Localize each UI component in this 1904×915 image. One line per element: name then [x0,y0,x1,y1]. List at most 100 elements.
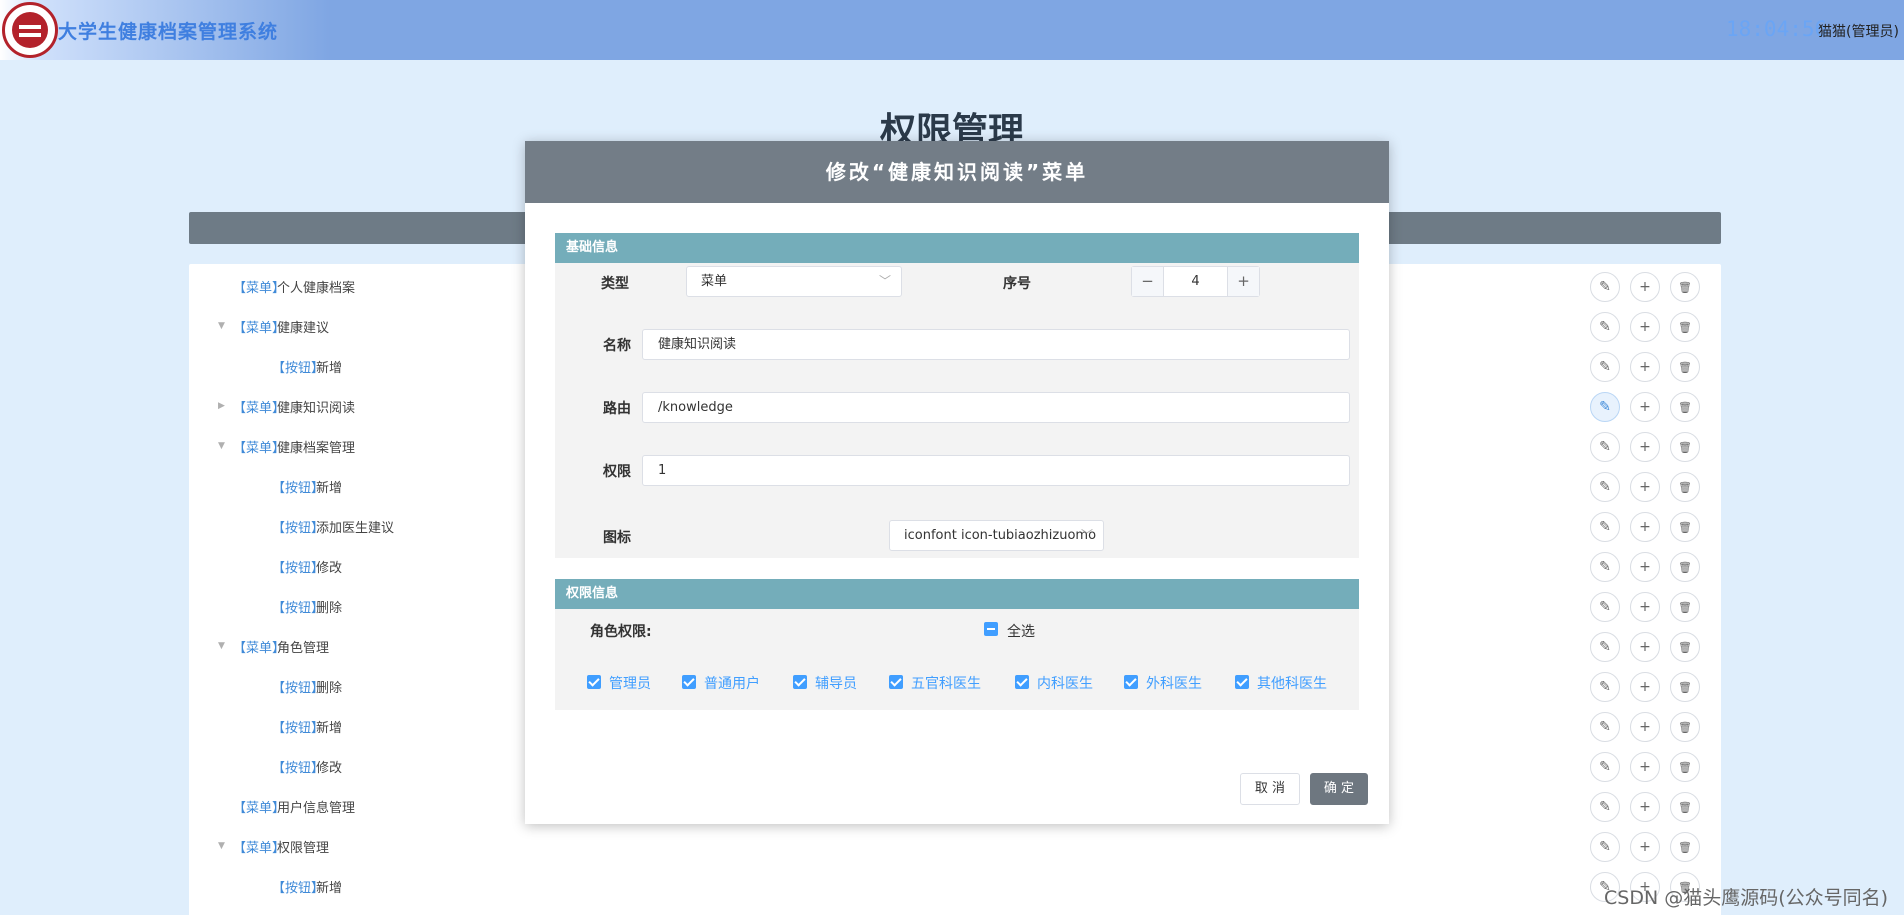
tree-row[interactable]: ▼ 【菜单】 权限管理 ✎ + 🗑 [189,826,1721,866]
role-checkbox[interactable] [1235,675,1249,689]
delete-button[interactable]: 🗑 [1670,552,1700,582]
add-child-button[interactable]: + [1630,792,1660,822]
edit-button[interactable]: ✎ [1590,832,1620,862]
tree-row-label: 健康档案管理 [277,441,356,456]
name-label: 名称 [603,338,631,354]
delete-button[interactable]: 🗑 [1670,432,1700,462]
route-input[interactable]: /knowledge [642,392,1350,423]
tree-row[interactable]: 【按钮】 新增 ✎ + 🗑 [189,866,1721,906]
edit-button[interactable]: ✎ [1590,312,1620,342]
delete-button[interactable]: 🗑 [1670,392,1700,422]
add-child-button[interactable]: + [1630,552,1660,582]
delete-button[interactable]: 🗑 [1670,632,1700,662]
name-input[interactable]: 健康知识阅读 [642,329,1350,360]
icon-select[interactable]: iconfont icon-tubiaozhizuomo ﹀ [889,520,1104,551]
add-child-button[interactable]: + [1630,312,1660,342]
delete-button[interactable]: 🗑 [1670,312,1700,342]
edit-button[interactable]: ✎ [1590,632,1620,662]
role-checkbox-label[interactable]: 内科医生 [1037,673,1093,693]
permission-info-section-header: 权限信息 [555,579,1359,609]
add-child-button[interactable]: + [1630,392,1660,422]
edit-button[interactable]: ✎ [1590,272,1620,302]
add-child-button[interactable]: + [1630,712,1660,742]
tree-row-label: 权限管理 [277,841,330,856]
user-menu[interactable]: 猫猫(管理员) [1818,21,1899,41]
delete-button[interactable]: 🗑 [1670,752,1700,782]
tree-row-label: 角色管理 [277,641,330,656]
caret-down-icon[interactable]: ▼ [218,841,225,851]
add-child-button[interactable]: + [1630,592,1660,622]
add-child-button[interactable]: + [1630,832,1660,862]
role-checkbox[interactable] [587,675,601,689]
add-child-button[interactable]: + [1630,352,1660,382]
delete-button[interactable]: 🗑 [1670,352,1700,382]
role-checkbox-label[interactable]: 管理员 [609,673,651,693]
delete-button[interactable]: 🗑 [1670,472,1700,502]
role-checkbox-label[interactable]: 外科医生 [1146,673,1202,693]
pencil-icon: ✎ [1599,319,1611,335]
chevron-down-icon: ﹀ [878,274,891,288]
add-child-button[interactable]: + [1630,752,1660,782]
caret-down-icon[interactable]: ▼ [218,321,225,331]
caret-right-icon[interactable]: ▶ [218,401,225,411]
select-all-label[interactable]: 全选 [1007,621,1035,641]
app-header: 大学生健康档案管理系统 18:04:56 猫猫(管理员) [0,0,1904,60]
edit-button[interactable]: ✎ [1590,512,1620,542]
icon-label: 图标 [603,530,631,546]
select-all-checkbox[interactable] [984,622,998,636]
delete-button[interactable]: 🗑 [1670,672,1700,702]
tree-row-label: 新增 [316,481,343,496]
order-value[interactable]: 4 [1165,267,1226,296]
basic-info-section: 类型 菜单 ﹀ 序号 − 4 + 名称 健康知识阅读 路由 /knowledge… [555,263,1359,558]
trash-icon: 🗑 [1678,481,1692,494]
tree-row-label: 修改 [316,761,343,776]
delete-button[interactable]: 🗑 [1670,592,1700,622]
role-checkbox[interactable] [889,675,903,689]
add-child-button[interactable]: + [1630,512,1660,542]
delete-button[interactable]: 🗑 [1670,712,1700,742]
add-child-button[interactable]: + [1630,472,1660,502]
add-child-button[interactable]: + [1630,632,1660,662]
edit-button[interactable]: ✎ [1590,392,1620,422]
add-child-button[interactable]: + [1630,432,1660,462]
plus-icon: + [1639,559,1651,575]
order-stepper[interactable]: − 4 + [1131,266,1260,297]
role-checkbox-label[interactable]: 五官科医生 [911,673,981,693]
order-label: 序号 [1003,276,1031,292]
role-checkbox[interactable] [1015,675,1029,689]
edit-button[interactable]: ✎ [1590,552,1620,582]
permission-input[interactable]: 1 [642,455,1350,486]
decrease-button[interactable]: − [1132,267,1164,296]
role-checkbox[interactable] [682,675,696,689]
caret-down-icon[interactable]: ▼ [218,641,225,651]
delete-button[interactable]: 🗑 [1670,272,1700,302]
edit-button[interactable]: ✎ [1590,752,1620,782]
plus-icon: + [1639,439,1651,455]
role-checkbox-label[interactable]: 普通用户 [704,673,760,693]
cancel-button[interactable]: 取 消 [1240,773,1300,805]
delete-button[interactable]: 🗑 [1670,512,1700,542]
type-select[interactable]: 菜单 ﹀ [686,266,902,297]
edit-button[interactable]: ✎ [1590,592,1620,622]
pencil-icon: ✎ [1599,279,1611,295]
delete-button[interactable]: 🗑 [1670,792,1700,822]
edit-button[interactable]: ✎ [1590,352,1620,382]
pencil-icon: ✎ [1599,639,1611,655]
add-child-button[interactable]: + [1630,272,1660,302]
edit-button[interactable]: ✎ [1590,472,1620,502]
role-checkbox-label[interactable]: 辅导员 [815,673,857,693]
trash-icon: 🗑 [1678,321,1692,334]
role-checkbox-label[interactable]: 其他科医生 [1257,673,1327,693]
delete-button[interactable]: 🗑 [1670,832,1700,862]
confirm-button[interactable]: 确 定 [1310,773,1368,805]
role-checkbox[interactable] [1124,675,1138,689]
caret-down-icon[interactable]: ▼ [218,441,225,451]
increase-button[interactable]: + [1227,267,1259,296]
add-child-button[interactable]: + [1630,672,1660,702]
pencil-icon: ✎ [1599,799,1611,815]
edit-button[interactable]: ✎ [1590,432,1620,462]
edit-button[interactable]: ✎ [1590,672,1620,702]
edit-button[interactable]: ✎ [1590,792,1620,822]
edit-button[interactable]: ✎ [1590,712,1620,742]
role-checkbox[interactable] [793,675,807,689]
